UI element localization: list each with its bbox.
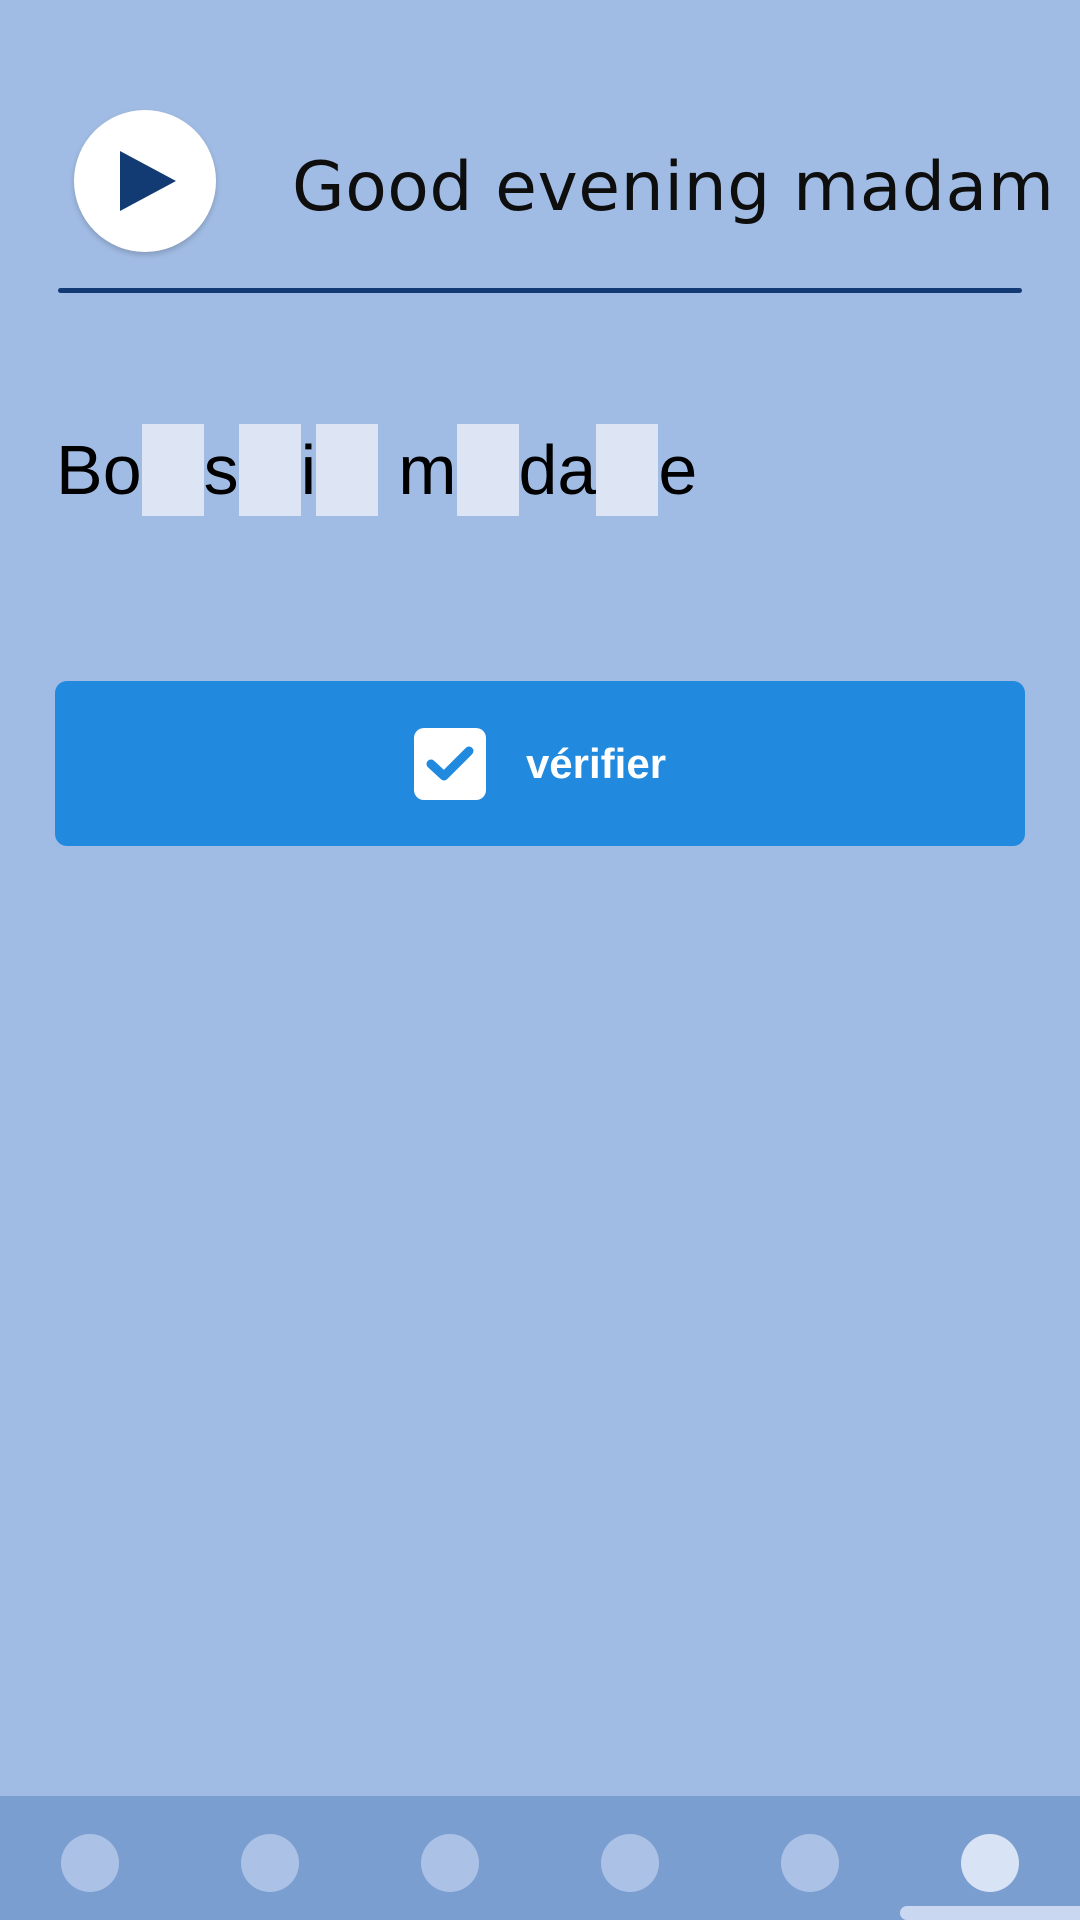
verify-button[interactable]: vérifier — [55, 681, 1025, 846]
sentence-fragment: da — [518, 431, 597, 509]
sentence-fragment: i — [300, 431, 317, 509]
header-divider — [58, 288, 1022, 293]
progress-dot-5[interactable] — [781, 1834, 839, 1892]
verify-button-label: vérifier — [525, 739, 667, 787]
header: Good evening madam — [0, 0, 1080, 296]
letter-blank[interactable] — [456, 424, 519, 516]
progress-bar — [0, 1796, 1080, 1920]
progress-dot-6[interactable] — [961, 1834, 1019, 1892]
sentence-fragment: m — [398, 431, 457, 509]
sentence-fragment: Bo — [56, 431, 142, 509]
prompt-text: Good evening madam — [292, 148, 1055, 227]
fill-in-sentence: Bo s i m da e — [56, 424, 697, 516]
progress-dot-4[interactable] — [601, 1834, 659, 1892]
letter-blank[interactable] — [316, 424, 379, 516]
home-indicator[interactable] — [900, 1906, 1080, 1920]
checkbox-checked-icon — [413, 727, 486, 800]
letter-blank[interactable] — [596, 424, 659, 516]
play-audio-button[interactable] — [74, 110, 216, 252]
progress-dot-2[interactable] — [241, 1834, 299, 1892]
play-icon — [120, 151, 176, 211]
progress-dot-1[interactable] — [61, 1834, 119, 1892]
progress-dot-3[interactable] — [421, 1834, 479, 1892]
letter-blank[interactable] — [141, 424, 204, 516]
sentence-fragment: s — [203, 431, 239, 509]
sentence-fragment: e — [658, 431, 698, 509]
letter-blank[interactable] — [238, 424, 301, 516]
